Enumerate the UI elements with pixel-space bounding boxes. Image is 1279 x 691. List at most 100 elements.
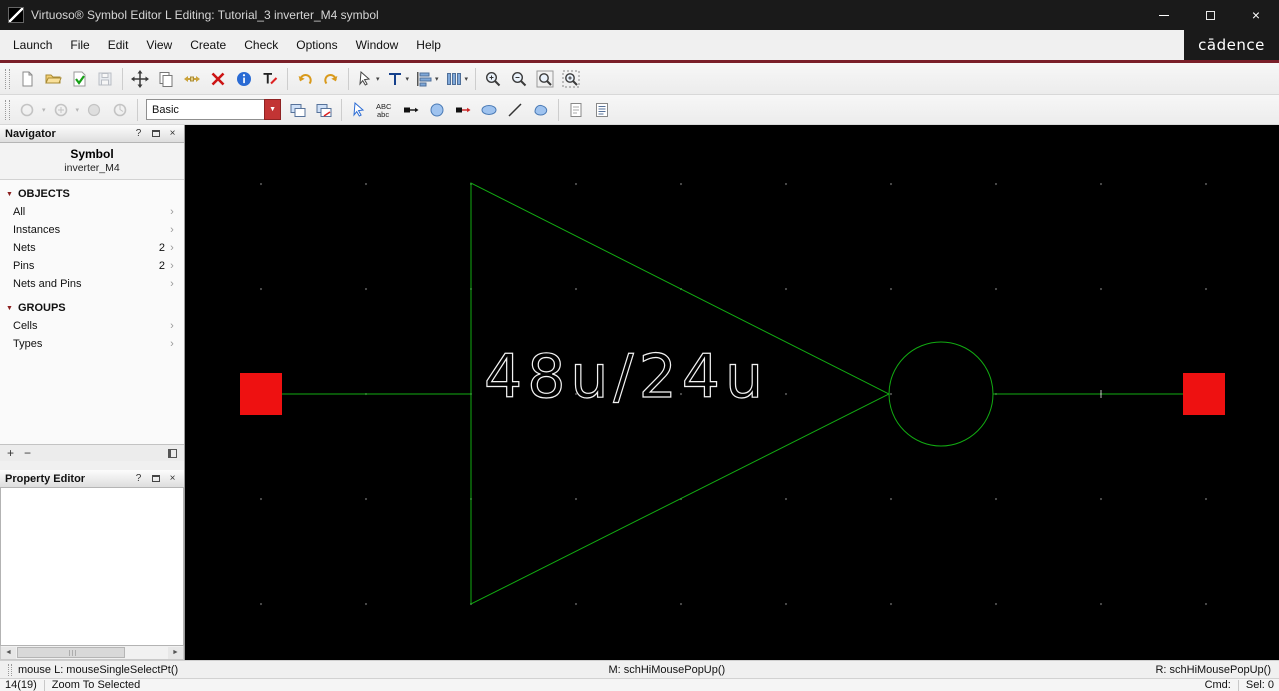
- close-panel-icon[interactable]: ×: [166, 127, 179, 140]
- polygon-shape-button[interactable]: [528, 97, 554, 123]
- pin-button[interactable]: [398, 97, 424, 123]
- save-button[interactable]: [92, 66, 118, 92]
- menu-window[interactable]: Window: [347, 30, 408, 60]
- menu-check[interactable]: Check: [235, 30, 287, 60]
- text-icon: [388, 72, 401, 85]
- float-panel-icon[interactable]: [149, 472, 162, 485]
- document-lines-button[interactable]: [589, 97, 615, 123]
- selection-mode-button[interactable]: ▾: [353, 66, 383, 92]
- tree-row-nets[interactable]: Nets 2 ›: [0, 239, 184, 257]
- stacked-squares-button[interactable]: [285, 97, 311, 123]
- distribute-icon: [446, 72, 461, 85]
- toolbar-grip-icon[interactable]: [5, 68, 10, 89]
- output-pin[interactable]: [1183, 373, 1225, 415]
- distribute-button[interactable]: ▾: [442, 66, 472, 92]
- horizontal-scrollbar[interactable]: ◄ ►: [0, 646, 184, 660]
- toolbar-grip-icon[interactable]: [5, 99, 10, 120]
- add-text-button[interactable]: ▾: [383, 66, 413, 92]
- open-button[interactable]: [40, 66, 66, 92]
- row-label: Nets and Pins: [13, 278, 82, 290]
- menu-help[interactable]: Help: [407, 30, 450, 60]
- expand-arrow-icon[interactable]: ›: [165, 224, 179, 236]
- text-case-button[interactable]: ABC abc: [372, 97, 398, 123]
- symbol-canvas[interactable]: 48u/24u: [185, 125, 1278, 660]
- canvas-area[interactable]: 48u/24u: [185, 125, 1279, 660]
- redo-icon: [324, 73, 338, 84]
- layer-purpose-combo[interactable]: Basic ▼: [146, 99, 282, 120]
- panel-layout-icon[interactable]: [168, 448, 177, 458]
- history-circle-button-1[interactable]: [14, 97, 40, 123]
- new-button[interactable]: [14, 66, 40, 92]
- scroll-left-icon[interactable]: ◄: [1, 646, 16, 659]
- property-editor-body[interactable]: [0, 488, 184, 646]
- help-icon[interactable]: ?: [132, 127, 145, 140]
- section-collapse-icon[interactable]: ▼: [6, 191, 13, 198]
- expand-arrow-icon[interactable]: ›: [165, 260, 179, 272]
- scroll-right-icon[interactable]: ►: [168, 646, 183, 659]
- check-and-save-button[interactable]: [66, 66, 92, 92]
- section-collapse-icon[interactable]: ▼: [6, 305, 13, 312]
- delete-button[interactable]: [205, 66, 231, 92]
- align-button[interactable]: ▾: [412, 66, 442, 92]
- device-size-label[interactable]: 48u/24u: [483, 341, 768, 412]
- menu-launch[interactable]: Launch: [4, 30, 61, 60]
- help-icon[interactable]: ?: [132, 472, 145, 485]
- note-button[interactable]: [563, 97, 589, 123]
- layer-combo-value[interactable]: Basic: [146, 99, 265, 120]
- expand-arrow-icon[interactable]: ›: [165, 320, 179, 332]
- toolbar-separator: [558, 98, 560, 121]
- zoom-to-selected-button[interactable]: [558, 66, 584, 92]
- minimize-button[interactable]: [1141, 0, 1187, 30]
- history-circle-button-2[interactable]: [48, 97, 74, 123]
- copy-button[interactable]: [153, 66, 179, 92]
- zoom-out-button[interactable]: [506, 66, 532, 92]
- expand-arrow-icon[interactable]: ›: [165, 242, 179, 254]
- history-circle-button-3[interactable]: [81, 97, 107, 123]
- tree-row-cells[interactable]: Cells ›: [0, 317, 184, 335]
- section-groups[interactable]: ▼ GROUPS: [0, 299, 184, 317]
- navigator-header[interactable]: Navigator ? ×: [0, 125, 184, 143]
- close-button[interactable]: ×: [1233, 0, 1279, 30]
- navigator-title: Navigator: [5, 127, 56, 140]
- undo-button[interactable]: [292, 66, 318, 92]
- expand-arrow-icon[interactable]: ›: [165, 338, 179, 350]
- tree-row-types[interactable]: Types ›: [0, 335, 184, 353]
- close-panel-icon[interactable]: ×: [166, 472, 179, 485]
- menu-options[interactable]: Options: [287, 30, 346, 60]
- menu-edit[interactable]: Edit: [99, 30, 138, 60]
- move-button[interactable]: [127, 66, 153, 92]
- circle-shape-button[interactable]: [424, 97, 450, 123]
- maximize-button[interactable]: [1187, 0, 1233, 30]
- pin-red-button[interactable]: [450, 97, 476, 123]
- stacked-squares-arrow-button[interactable]: [311, 97, 337, 123]
- combo-dropdown-button[interactable]: ▼: [264, 99, 282, 120]
- menu-view[interactable]: View: [137, 30, 181, 60]
- cell-name[interactable]: inverter_M4: [0, 162, 184, 174]
- tree-row-pins[interactable]: Pins 2 ›: [0, 257, 184, 275]
- expand-all-button[interactable]: +: [7, 447, 14, 459]
- pointer-select-button[interactable]: [346, 97, 372, 123]
- property-editor-header[interactable]: Property Editor ? ×: [0, 470, 184, 488]
- zoom-to-fit-button[interactable]: [532, 66, 558, 92]
- panel-splitter[interactable]: [0, 461, 184, 470]
- input-pin[interactable]: [240, 373, 282, 415]
- collapse-all-button[interactable]: −: [24, 447, 31, 459]
- tree-row-nets-and-pins[interactable]: Nets and Pins ›: [0, 275, 184, 293]
- section-objects[interactable]: ▼ OBJECTS: [0, 185, 184, 203]
- scrollbar-thumb[interactable]: [17, 647, 125, 658]
- stretch-button[interactable]: [179, 66, 205, 92]
- zoom-in-button[interactable]: [480, 66, 506, 92]
- expand-arrow-icon[interactable]: ›: [165, 206, 179, 218]
- edit-labels-button[interactable]: [257, 66, 283, 92]
- tree-row-all[interactable]: All ›: [0, 203, 184, 221]
- menu-file[interactable]: File: [61, 30, 98, 60]
- line-shape-button[interactable]: [502, 97, 528, 123]
- expand-arrow-icon[interactable]: ›: [165, 278, 179, 290]
- redo-button[interactable]: [318, 66, 344, 92]
- properties-button[interactable]: [231, 66, 257, 92]
- tree-row-instances[interactable]: Instances ›: [0, 221, 184, 239]
- ellipse-shape-button[interactable]: [476, 97, 502, 123]
- menu-create[interactable]: Create: [181, 30, 235, 60]
- float-panel-icon[interactable]: [149, 127, 162, 140]
- history-circle-button-4[interactable]: [107, 97, 133, 123]
